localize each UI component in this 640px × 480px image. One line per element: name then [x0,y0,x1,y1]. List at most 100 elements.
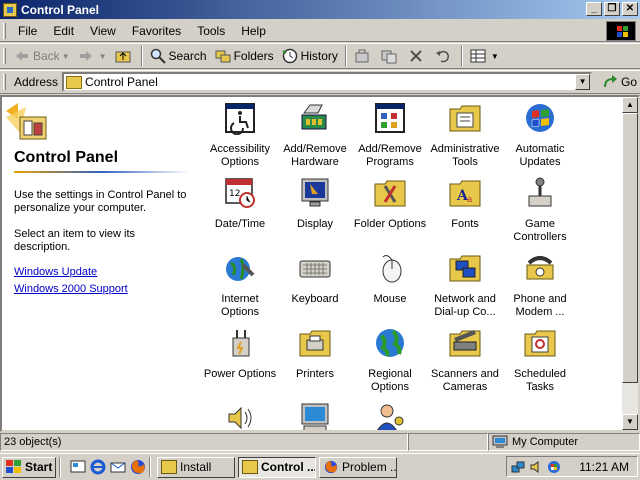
scroll-thumb[interactable] [622,113,638,383]
task-control-panel[interactable]: Control ... [238,456,316,478]
item-administrative-tools[interactable]: Administrative Tools [427,101,503,169]
undo-button[interactable] [431,45,458,67]
menu-help[interactable]: Help [233,22,274,40]
views-dropdown-icon[interactable]: ▼ [491,52,499,61]
toolbar-grip[interactable] [3,22,6,39]
item-printers[interactable]: Printers [277,326,353,381]
control-panel-icon [242,460,258,474]
item-regional-options[interactable]: Regional Options [352,326,428,394]
back-arrow-icon [16,51,28,61]
fonts-icon: Aa [449,180,481,207]
item-label: Automatic Updates [515,143,565,168]
back-dropdown-icon[interactable]: ▼ [62,52,70,61]
go-button[interactable]: Go [602,74,637,90]
back-button[interactable]: Back ▼ [10,45,74,67]
item-network-dialup[interactable]: Network and Dial-up Co... [427,251,503,319]
back-label: Back [33,49,60,63]
item-display[interactable]: Display [277,176,353,231]
item-label: Scanners and Cameras [431,368,499,393]
item-add-remove-hardware[interactable]: Add/Remove Hardware [277,101,353,169]
history-label: History [300,49,338,63]
toolbar-grip[interactable] [3,74,6,90]
close-button[interactable]: ✕ [622,2,638,16]
windows-2000-support-link[interactable]: Windows 2000 Support [14,283,128,295]
windows-update-link[interactable]: Windows Update [14,266,97,278]
item-keyboard[interactable]: Keyboard [277,251,353,306]
move-to-icon [355,49,369,63]
menu-favorites[interactable]: Favorites [124,22,189,40]
forward-dropdown-icon[interactable]: ▼ [99,52,107,61]
task-install[interactable]: Install [157,456,235,478]
item-automatic-updates[interactable]: Automatic Updates [502,101,578,169]
network-tray-icon[interactable] [511,460,525,474]
programs-icon [375,103,405,133]
item-fonts[interactable]: Aa Fonts [427,176,503,231]
item-system[interactable] [277,401,353,430]
menu-file[interactable]: File [10,22,45,40]
scroll-up-button[interactable]: ▲ [622,97,638,113]
start-label: Start [25,460,53,474]
item-label: Power Options [203,368,277,380]
delete-button[interactable] [404,45,431,67]
start-button[interactable]: Start [2,456,56,478]
windows-flag-icon [6,460,22,474]
up-folder-button[interactable] [111,45,138,67]
views-button[interactable]: ▼ [466,45,503,67]
taskbar-separator [149,457,151,477]
scanner-icon [449,330,481,357]
show-desktop-icon[interactable] [70,459,86,475]
quick-launch [70,459,146,475]
firefox-icon[interactable] [130,459,146,475]
minimize-button[interactable]: _ [586,2,602,16]
address-input[interactable]: Control Panel ▼ [62,72,593,92]
vertical-scrollbar[interactable]: ▲ ▼ [622,97,638,430]
item-accessibility-options[interactable]: Accessibility Options [202,101,278,169]
folders-button[interactable]: Folders [211,45,278,67]
address-bar: Address Control Panel ▼ Go [0,70,640,94]
item-users-passwords[interactable] [352,401,428,430]
item-game-controllers[interactable]: Game Controllers [502,176,578,244]
item-label: Scheduled Tasks [514,368,566,393]
item-scheduled-tasks[interactable]: Scheduled Tasks [502,326,578,394]
menu-view[interactable]: View [82,22,124,40]
volume-icon[interactable] [529,460,543,474]
search-button[interactable]: Search [146,45,211,67]
my-computer-icon [492,435,508,448]
item-add-remove-programs[interactable]: Add/Remove Programs [352,101,428,169]
move-to-button[interactable] [350,45,377,67]
go-arrow-icon [604,75,618,88]
outlook-express-icon[interactable] [110,459,126,475]
item-label: Phone and Modem ... [513,293,567,318]
web-view-panel: Control Panel Use the settings in Contro… [2,97,197,430]
toolbar-separator [344,46,347,66]
title-bar[interactable]: Control Panel _ ❐ ✕ [0,0,640,19]
item-scanners-cameras[interactable]: Scanners and Cameras [427,326,503,394]
task-problem[interactable]: Problem ... [319,456,397,478]
history-button[interactable]: History [278,45,342,67]
item-date-time[interactable]: 12 Date/Time [202,176,278,231]
item-label: Printers [296,368,334,380]
restore-button[interactable]: ❐ [604,2,620,16]
copy-to-button[interactable] [377,45,404,67]
item-folder-options[interactable]: Folder Options [352,176,428,231]
address-dropdown-button[interactable]: ▼ [575,74,591,90]
item-label: Keyboard [291,293,339,305]
menu-edit[interactable]: Edit [45,22,82,40]
delete-x-icon [410,50,422,62]
forward-button[interactable]: ▼ [74,45,111,67]
taskbar-separator [59,457,61,477]
scroll-down-button[interactable]: ▼ [622,414,638,430]
item-mouse[interactable]: Mouse [352,251,428,306]
network-icon [449,255,481,282]
clock[interactable]: 11:21 AM [579,460,629,474]
display-icon [301,178,329,207]
internet-explorer-icon[interactable] [90,459,106,475]
menu-tools[interactable]: Tools [189,22,233,40]
item-power-options[interactable]: Power Options [202,326,278,381]
item-internet-options[interactable]: Internet Options [202,251,278,319]
toolbar-grip[interactable] [3,48,6,64]
item-sounds[interactable] [202,401,278,430]
item-label: Add/Remove Hardware [283,143,347,168]
windows-update-tray-icon[interactable] [547,460,561,474]
item-phone-modem[interactable]: Phone and Modem ... [502,251,578,319]
